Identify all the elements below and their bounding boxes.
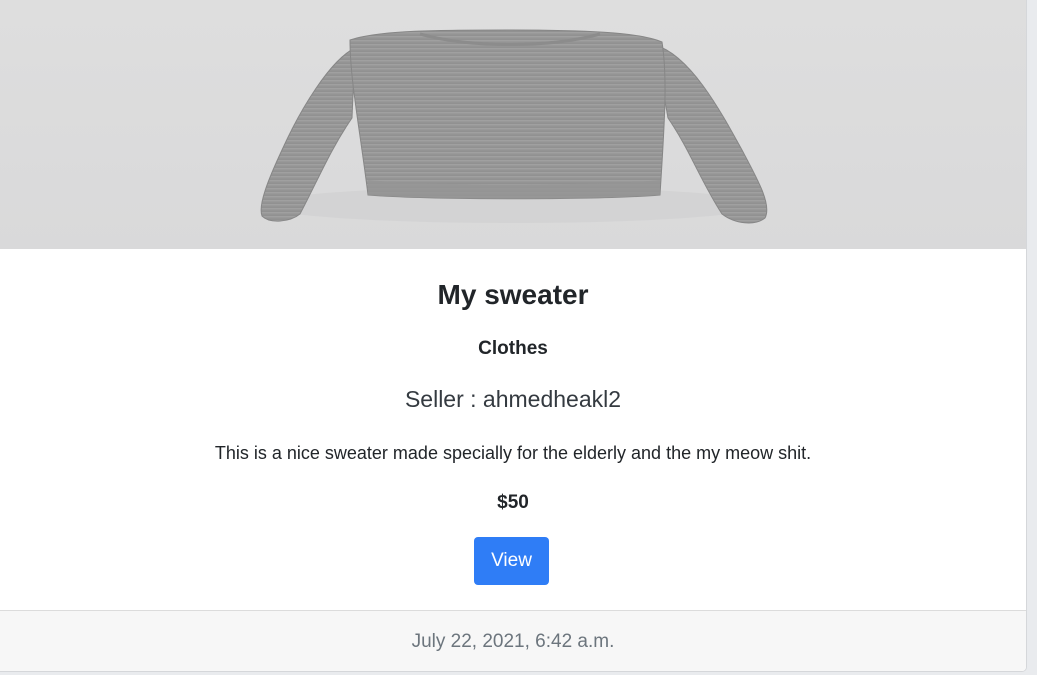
product-category: Clothes [478,338,548,359]
card-footer: July 22, 2021, 6:42 a.m. [0,610,1026,671]
product-image [0,0,1026,249]
product-description: This is a nice sweater made specially fo… [214,443,812,463]
card-body: My sweater Clothes Seller : ahmedheakl2 … [0,249,1026,610]
product-card: My sweater Clothes Seller : ahmedheakl2 … [0,0,1027,672]
product-title: My sweater [437,279,589,310]
view-button[interactable]: View [474,537,549,585]
sweater-body [349,29,666,200]
posted-timestamp: July 22, 2021, 6:42 a.m. [411,631,615,652]
sweater-image [0,0,1026,249]
product-price: $50 [497,492,529,513]
product-seller: Seller : ahmedheakl2 [404,386,622,412]
